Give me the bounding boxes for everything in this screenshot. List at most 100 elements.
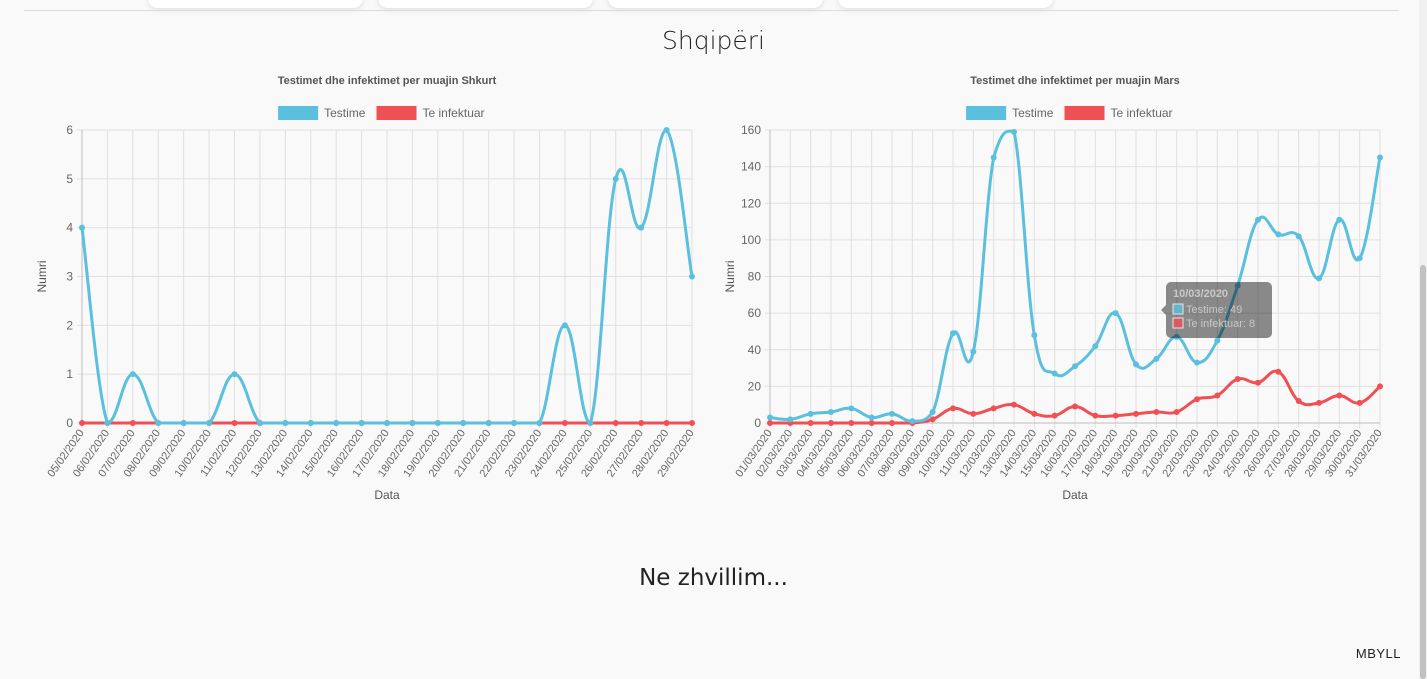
x-axis-label: Data	[374, 488, 400, 502]
data-point	[485, 420, 492, 426]
data-point	[1214, 337, 1221, 344]
legend-item: Te infektuar	[1064, 106, 1173, 120]
data-point	[828, 420, 834, 426]
data-point	[1194, 396, 1200, 403]
data-point	[587, 420, 594, 426]
data-point	[256, 420, 263, 426]
data-point	[689, 420, 695, 426]
tooltip-line: Te infektuar: 8	[1186, 318, 1255, 330]
data-point	[612, 420, 619, 426]
y-tick-label: 4	[66, 221, 73, 235]
data-point	[333, 420, 340, 426]
data-point	[1336, 392, 1343, 399]
data-point	[767, 414, 773, 421]
chart-mars: Testimet dhe infektimet per muajin Mars T…	[720, 62, 1390, 512]
data-point	[663, 420, 670, 426]
data-point	[950, 405, 956, 412]
y-tick-label: 100	[741, 233, 761, 247]
data-point	[231, 420, 238, 426]
data-point	[1011, 128, 1017, 135]
y-tick-label: 0	[754, 416, 761, 430]
tooltip: 10/03/2020 Testime: 49 Te infektuar: 8	[1161, 282, 1272, 338]
data-point	[434, 420, 441, 426]
data-point	[1275, 368, 1282, 375]
chart-title: Testimet dhe infektimet per muajin Shkur…	[278, 75, 497, 87]
y-tick-label: 40	[748, 343, 762, 357]
legend-item: Te infektuar	[376, 106, 485, 120]
data-point	[638, 224, 645, 231]
data-point	[384, 420, 390, 426]
data-point	[460, 420, 467, 426]
data-point	[1011, 401, 1017, 408]
data-point	[1051, 370, 1058, 377]
data-point	[1072, 403, 1078, 410]
y-tick-label: 3	[66, 270, 73, 284]
data-point	[638, 420, 645, 426]
top-card	[148, 0, 363, 8]
data-point	[79, 420, 85, 426]
y-axis-label: Numri	[35, 261, 49, 293]
data-point	[1377, 154, 1383, 161]
data-point	[180, 420, 187, 426]
data-point	[1112, 412, 1119, 419]
close-button[interactable]: MBYLL	[1356, 646, 1401, 661]
y-axis-label: Numri	[723, 261, 737, 293]
data-point	[1316, 275, 1322, 282]
legend-label: Te infektuar	[423, 106, 485, 120]
data-point	[1336, 216, 1343, 223]
data-point	[848, 405, 855, 412]
y-tick-label: 160	[741, 123, 761, 137]
y-tick-label: 140	[741, 160, 761, 174]
data-point	[1255, 379, 1261, 386]
data-point	[206, 420, 213, 426]
y-tick-label: 1	[66, 367, 73, 381]
data-point	[1377, 383, 1383, 390]
chart-shkurt: Testimet dhe infektimet per muajin Shkur…	[32, 62, 702, 512]
page-title: Shqipëri	[661, 26, 765, 55]
data-point	[104, 420, 111, 426]
data-point	[155, 420, 162, 426]
data-point	[889, 420, 895, 426]
data-point	[561, 322, 568, 329]
legend-swatch	[1064, 106, 1105, 120]
data-point	[1356, 255, 1363, 262]
top-card	[378, 0, 593, 8]
data-point	[307, 420, 314, 426]
data-point	[990, 405, 997, 412]
data-point	[1214, 392, 1221, 399]
data-point	[358, 420, 365, 426]
top-cards-strip	[0, 0, 1427, 12]
y-tick-label: 5	[66, 172, 73, 186]
y-tick-label: 20	[748, 379, 762, 393]
data-point	[511, 420, 518, 426]
data-point	[848, 420, 855, 426]
data-point	[990, 154, 997, 161]
scrollbar-thumb[interactable]	[1420, 265, 1426, 679]
data-point	[129, 420, 136, 426]
top-card	[608, 0, 823, 8]
data-point	[1112, 310, 1119, 317]
data-point	[929, 416, 936, 423]
grid	[77, 129, 693, 428]
y-tick-label: 120	[741, 196, 761, 210]
legend-swatch	[376, 106, 417, 120]
data-point	[1316, 399, 1322, 406]
data-point	[767, 420, 773, 426]
data-point	[1173, 409, 1180, 416]
data-point	[807, 420, 814, 426]
top-card	[838, 0, 1053, 8]
legend-label: Testime	[1012, 106, 1054, 120]
data-point	[1275, 231, 1282, 238]
data-point	[1092, 412, 1099, 419]
tooltip-line: Testime: 49	[1186, 304, 1242, 316]
data-point	[889, 410, 895, 417]
data-point	[1194, 359, 1200, 366]
tooltip-swatch	[1172, 317, 1184, 329]
data-point	[536, 420, 543, 426]
data-point	[1356, 399, 1363, 406]
data-point	[79, 224, 85, 231]
legend-swatch	[966, 106, 1007, 120]
in-development-text: Ne zhvillim...	[639, 565, 788, 591]
data-point	[1072, 363, 1078, 370]
data-point	[1031, 332, 1038, 339]
